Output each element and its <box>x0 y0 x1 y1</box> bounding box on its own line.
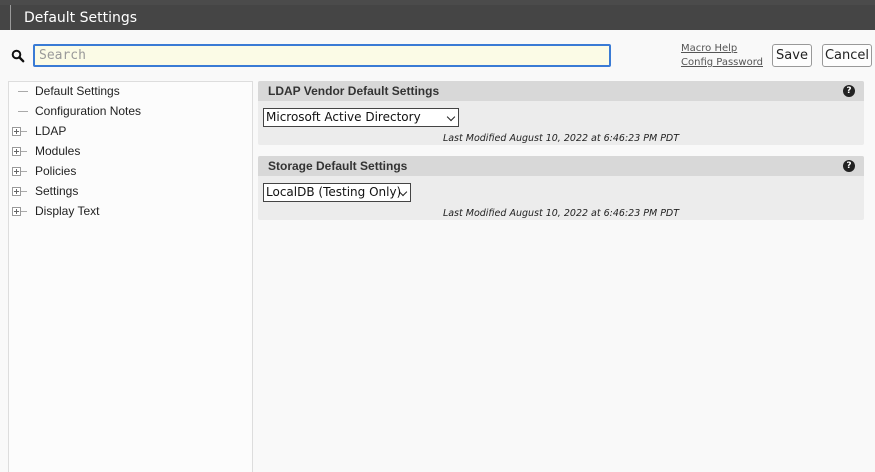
tree-connector <box>18 91 28 92</box>
search-icon <box>11 49 25 63</box>
tree-item-label: Display Text <box>35 204 100 218</box>
save-button[interactable]: Save <box>772 44 812 67</box>
panel-header: Storage Default Settings ? <box>258 156 864 176</box>
search-input[interactable] <box>33 44 611 67</box>
title-divider <box>10 5 11 30</box>
macro-help-link[interactable]: Macro Help <box>681 42 763 56</box>
ldap-vendor-panel: LDAP Vendor Default Settings ? Microsoft… <box>258 81 864 145</box>
tree-item-label: Settings <box>35 184 79 198</box>
tree-item-label: LDAP <box>35 124 67 138</box>
plus-icon[interactable] <box>12 187 21 196</box>
tree-item-label: Default Settings <box>35 84 120 98</box>
plus-icon[interactable] <box>12 127 21 136</box>
tree-item-modules[interactable]: Modules <box>9 142 249 162</box>
tree-item-label: Policies <box>35 164 77 178</box>
tree-connector <box>21 211 27 212</box>
tree-item-ldap[interactable]: LDAP <box>9 122 249 142</box>
tree-item-policies[interactable]: Policies <box>9 162 249 182</box>
plus-icon[interactable] <box>12 147 21 156</box>
tree-connector <box>21 151 27 152</box>
config-password-link[interactable]: Config Password <box>681 56 763 70</box>
title-bar: Default Settings <box>0 5 875 30</box>
tree-item-label: Configuration Notes <box>35 104 142 118</box>
window-title: Default Settings <box>24 10 138 26</box>
tree-item-display-text[interactable]: Display Text <box>9 202 249 222</box>
storage-panel: Storage Default Settings ? LocalDB (Test… <box>258 156 864 220</box>
cancel-button[interactable]: Cancel <box>822 44 872 67</box>
tree-item-default-settings[interactable]: Default Settings <box>9 82 249 102</box>
header-links: Macro Help Config Password <box>681 42 763 70</box>
panel-title: LDAP Vendor Default Settings <box>268 84 440 98</box>
panel-title: Storage Default Settings <box>268 159 408 173</box>
tree-item-configuration-notes[interactable]: Configuration Notes <box>9 102 249 122</box>
last-modified-text: Last Modified August 10, 2022 at 6:46:23… <box>442 208 680 219</box>
storage-select[interactable]: LocalDB (Testing Only) <box>263 183 411 202</box>
tree-item-settings[interactable]: Settings <box>9 182 249 202</box>
tree-connector <box>21 171 27 172</box>
tree-connector <box>21 131 27 132</box>
help-icon[interactable]: ? <box>843 85 855 97</box>
help-icon[interactable]: ? <box>843 160 855 172</box>
settings-tree: Default Settings Configuration Notes LDA… <box>8 81 253 472</box>
panel-header: LDAP Vendor Default Settings ? <box>258 81 864 101</box>
plus-icon[interactable] <box>12 167 21 176</box>
select-value: Microsoft Active Directory <box>266 110 421 124</box>
plus-icon[interactable] <box>12 207 21 216</box>
chevron-down-icon <box>446 112 456 122</box>
tree-item-label: Modules <box>35 144 81 158</box>
select-value: LocalDB (Testing Only) <box>266 185 402 199</box>
tree-connector <box>21 191 27 192</box>
ldap-vendor-select[interactable]: Microsoft Active Directory <box>263 108 459 127</box>
last-modified-text: Last Modified August 10, 2022 at 6:46:23… <box>442 133 680 144</box>
tree-connector <box>18 111 28 112</box>
